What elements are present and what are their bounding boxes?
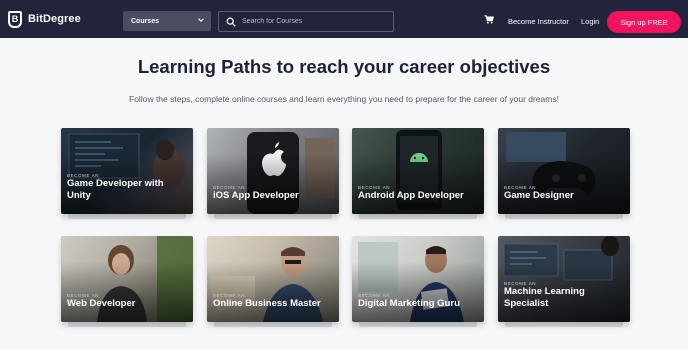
path-card-online-business-master[interactable]: Become an Online Business Master xyxy=(207,236,339,322)
card-title-line2: Specialist xyxy=(504,298,549,309)
search-input[interactable] xyxy=(242,18,382,25)
page-title: Learning Paths to reach your career obje… xyxy=(137,56,551,77)
card-title: Online Business Master xyxy=(213,298,321,309)
brand-shield-icon: B xyxy=(8,10,22,28)
brand-logo[interactable]: B BitDegree xyxy=(8,10,81,28)
path-card-web-developer[interactable]: Become an Web Developer xyxy=(61,236,193,322)
login-link[interactable]: Login xyxy=(581,17,599,26)
path-card-machine-learning-specialist[interactable]: Become an Machine Learning Specialist xyxy=(498,236,630,322)
card-title: iOS App Developer xyxy=(213,190,299,201)
cart-icon[interactable] xyxy=(484,15,494,24)
become-instructor-link[interactable]: Become Instructor xyxy=(508,17,569,26)
card-title: Android App Developer xyxy=(358,190,464,201)
path-card-ios-developer[interactable]: Become an iOS App Developer xyxy=(207,128,339,214)
search-icon xyxy=(226,17,236,27)
path-card-game-designer[interactable]: Become an Game Designer xyxy=(498,128,630,214)
page-subtitle: Follow the steps, complete online course… xyxy=(129,94,559,104)
card-title: Digital Marketing Guru xyxy=(358,298,460,309)
card-title: Game Designer xyxy=(504,190,574,201)
card-title: Game Developer with xyxy=(67,178,164,189)
path-card-digital-marketing-guru[interactable]: Become an Digital Marketing Guru xyxy=(352,236,484,322)
courses-dropdown[interactable]: Courses xyxy=(123,11,211,31)
brand-name: BitDegree xyxy=(28,13,81,25)
chevron-down-icon xyxy=(198,18,204,22)
courses-label: Courses xyxy=(131,17,160,25)
card-title-line2: Unity xyxy=(67,190,91,201)
card-title: Web Developer xyxy=(67,298,136,309)
path-card-android-developer[interactable]: Become an Android App Developer xyxy=(352,128,484,214)
path-card-game-developer-unity[interactable]: Become an Game Developer with Unity xyxy=(61,128,193,214)
top-navbar: B BitDegree Courses Become Instructor Lo… xyxy=(0,0,688,38)
card-title: Machine Learning xyxy=(504,286,585,297)
page: B BitDegree Courses Become Instructor Lo… xyxy=(0,0,688,350)
signup-button[interactable]: Sign up FREE xyxy=(607,11,681,33)
search-box xyxy=(218,11,394,32)
